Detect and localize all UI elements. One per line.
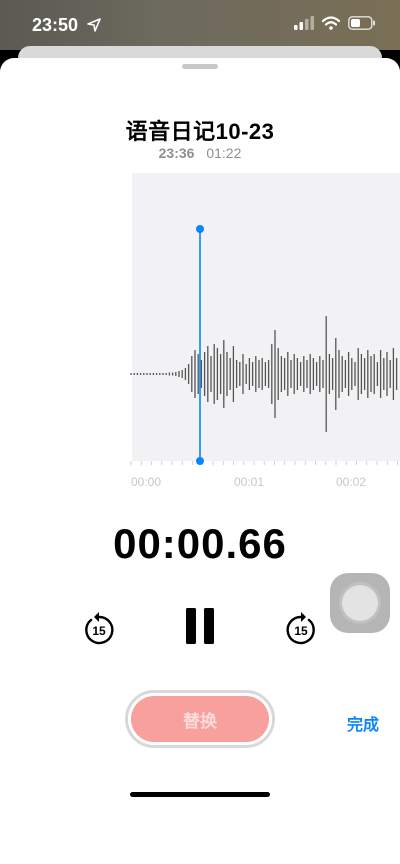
recording-duration: 01:22 [206,145,242,161]
recording-title[interactable]: 语音日记10-23 [0,114,400,146]
assistive-touch-button[interactable] [330,573,390,633]
skip-forward-15-button[interactable]: 15 [284,610,318,646]
recording-meta: 23:36 01:22 [0,145,400,161]
tick-label: 00:01 [234,475,265,489]
elapsed-time: 00:00.66 [113,520,287,567]
replace-button[interactable]: 替换 [131,696,269,742]
timeline-ruler: 00:00 00:01 00:02 [0,457,400,501]
tick-label: 00:02 [336,475,367,489]
pause-button[interactable] [183,606,217,646]
timeline-ticks [130,457,398,465]
status-bar: 23:50 [0,0,400,50]
assistive-touch-inner [342,585,378,621]
tick-label: 00:00 [131,475,162,489]
cellular-signal-icon [294,16,314,30]
pause-icon [186,608,214,644]
waveform-area[interactable] [0,173,400,461]
skip-forward-15-icon: 15 [286,612,315,645]
status-time-text: 23:50 [32,15,79,35]
replace-button-outline: 替换 [125,690,275,748]
home-indicator[interactable] [130,792,270,797]
sheet-grabber[interactable] [182,64,218,69]
recorded-time: 23:36 [158,145,195,161]
done-button[interactable]: 完成 [347,711,379,735]
location-arrow-icon [87,18,101,32]
skip-back-15-icon: 15 [85,612,114,645]
skip-back-15-button[interactable]: 15 [82,610,116,646]
playhead-handle-bottom[interactable] [196,457,204,465]
svg-text:15: 15 [294,624,308,638]
waveform [130,225,398,461]
playhead-handle-top[interactable] [196,225,204,233]
wifi-icon [322,16,340,30]
battery-icon [348,16,375,30]
svg-text:15: 15 [92,624,106,638]
status-time: 23:50 [32,15,101,36]
